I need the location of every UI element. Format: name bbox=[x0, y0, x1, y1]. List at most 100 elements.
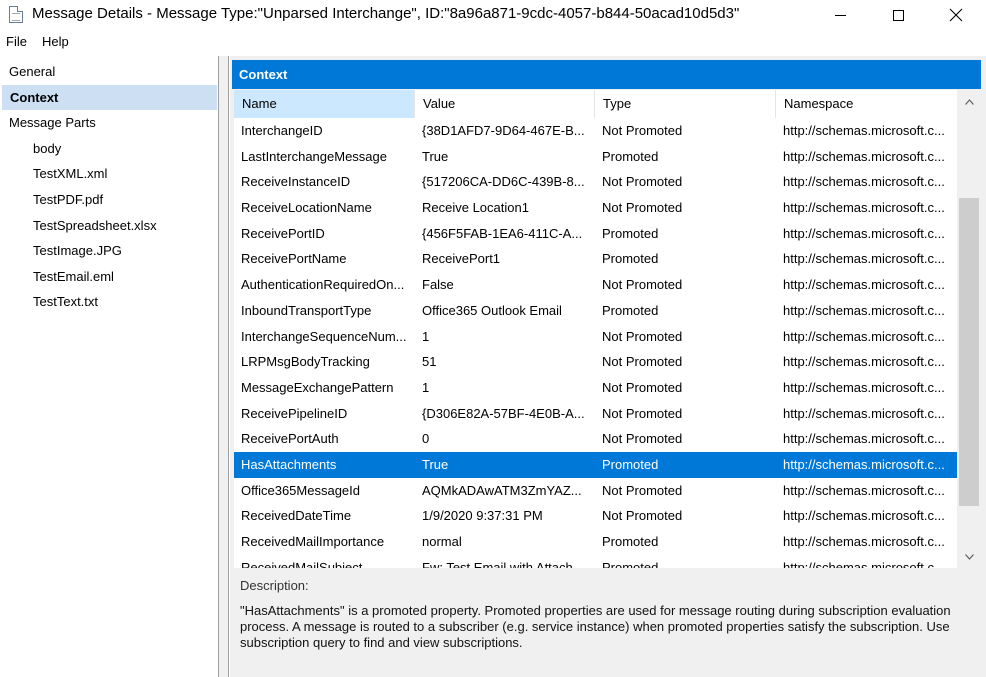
table-row[interactable]: LastInterchangeMessage True Promoted http:/… bbox=[234, 144, 957, 170]
cell-namespace: http://schemas.microsoft.c... bbox=[783, 123, 945, 138]
table-row[interactable]: ReceivePortID {456F5FAB-1EA6-411C-A... Pro… bbox=[234, 221, 957, 247]
title-bar: Message Details - Message Type:"Unparsed… bbox=[0, 0, 986, 30]
context-grid: Name Value Type Namespace InterchangeID {… bbox=[234, 90, 981, 568]
table-row[interactable]: AuthenticationRequiredOn... False Not Prom… bbox=[234, 272, 957, 298]
maximize-button[interactable] bbox=[875, 0, 921, 30]
table-row[interactable]: MessageExchangePattern 1 Not Promoted http:… bbox=[234, 375, 957, 401]
column-header-name[interactable]: Name bbox=[234, 90, 415, 118]
cell-namespace: http://schemas.microsoft.c... bbox=[783, 482, 945, 498]
cell-name: ReceivePortName bbox=[241, 251, 347, 267]
splitter[interactable] bbox=[218, 56, 229, 677]
table-row[interactable]: ReceivedMailSubject Fw: Test Email with A… bbox=[234, 555, 957, 568]
table-row[interactable]: ReceivePortAuth 0 Not Promoted http://schem… bbox=[234, 426, 957, 452]
menu-bar: File Help bbox=[0, 31, 986, 53]
table-row[interactable]: ReceivePipelineID {D306E82A-57BF-4E0B-A..… bbox=[234, 401, 957, 427]
table-row[interactable]: ReceivedMailImportance normal Promoted http… bbox=[234, 529, 957, 555]
cell-value: {D306E82A-57BF-4E0B-A... bbox=[422, 405, 585, 421]
column-header-value[interactable]: Value bbox=[415, 90, 595, 118]
description-label: Description: bbox=[240, 578, 309, 593]
cell-name: InterchangeSequenceNum... bbox=[241, 328, 407, 344]
column-header-type[interactable]: Type bbox=[595, 90, 776, 118]
sidebar-part-testemail[interactable]: TestEmail.eml bbox=[0, 264, 217, 289]
table-row[interactable]: ReceivePortName ReceivePort1 Promoted http:… bbox=[234, 246, 957, 272]
table-row[interactable]: HasAttachments True Promoted http://schemas… bbox=[234, 451, 957, 478]
context-pane: Context Name Value Type Namespace Interc… bbox=[230, 56, 986, 677]
cell-name: ReceivePortAuth bbox=[241, 431, 339, 447]
cell-namespace: http://schemas.microsoft.c... bbox=[783, 200, 945, 216]
menu-file[interactable]: File bbox=[0, 31, 35, 53]
table-row[interactable]: LRPMsgBodyTracking 51 Not Promoted http://s… bbox=[234, 349, 957, 375]
cell-type: Promoted bbox=[602, 534, 659, 549]
sidebar-part-testimage[interactable]: TestImage.JPG bbox=[0, 238, 217, 263]
sidebar-item-message-parts[interactable]: Message Parts bbox=[0, 110, 217, 135]
table-row[interactable]: Office365MessageId AQMkADAwATM3ZmYAZ... No… bbox=[234, 478, 957, 504]
cell-value: Office365 Outlook Email bbox=[422, 302, 562, 318]
cell-namespace: http://schemas.microsoft.c... bbox=[783, 456, 945, 472]
grid-header: Name Value Type Namespace bbox=[234, 90, 957, 118]
description-text: "HasAttachments" is a promoted property.… bbox=[240, 603, 951, 650]
scroll-down-button[interactable] bbox=[957, 547, 981, 567]
grid-rows: InterchangeID {38D1AFD7-9D64-467E-B... Not… bbox=[234, 118, 957, 568]
cell-name: Office365MessageId bbox=[241, 482, 360, 498]
cell-name: InboundTransportType bbox=[241, 302, 372, 318]
cell-type: Promoted bbox=[602, 302, 659, 318]
cell-namespace: http://schemas.microsoft.c... bbox=[783, 225, 945, 241]
cell-type: Not Promoted bbox=[602, 431, 683, 447]
close-button[interactable] bbox=[933, 0, 979, 30]
cell-namespace: http://schemas.microsoft.c... bbox=[783, 148, 945, 164]
cell-namespace: http://schemas.microsoft.c... bbox=[783, 354, 945, 370]
table-row[interactable]: InterchangeID {38D1AFD7-9D64-467E-B... Not… bbox=[234, 118, 957, 144]
sidebar: General Context Message Parts body TestX… bbox=[0, 56, 220, 677]
cell-value: 1/9/2020 9:37:31 PM bbox=[422, 508, 543, 524]
cell-name: HasAttachments bbox=[241, 456, 337, 472]
cell-value: 1 bbox=[422, 379, 430, 395]
chevron-up-icon bbox=[964, 99, 974, 105]
cell-namespace: http://schemas.microsoft.c... bbox=[783, 559, 945, 568]
sidebar-part-body[interactable]: body bbox=[0, 136, 217, 161]
cell-namespace: http://schemas.microsoft.c... bbox=[783, 405, 945, 421]
cell-name: ReceiveLocationName bbox=[241, 200, 372, 216]
cell-value: 1 bbox=[422, 328, 430, 344]
table-row[interactable]: ReceiveLocationName Receive Location1 Not … bbox=[234, 195, 957, 221]
table-row[interactable]: InterchangeSequenceNum... 1 Not Promoted ht… bbox=[234, 324, 957, 350]
cell-type: Not Promoted bbox=[602, 123, 683, 138]
scroll-thumb[interactable] bbox=[959, 198, 979, 506]
cell-type: Promoted bbox=[602, 456, 659, 472]
cell-name: ReceivedDateTime bbox=[241, 508, 352, 524]
pane-header: Context bbox=[232, 60, 981, 89]
cell-namespace: http://schemas.microsoft.c... bbox=[783, 277, 945, 293]
cell-value: Fw: Test Email with Attach... bbox=[422, 559, 584, 568]
table-row[interactable]: InboundTransportType Office365 Outlook Em… bbox=[234, 298, 957, 324]
column-header-namespace[interactable]: Namespace bbox=[776, 90, 957, 118]
minimize-icon bbox=[834, 14, 846, 16]
cell-name: ReceivedMailImportance bbox=[241, 534, 385, 549]
vertical-scrollbar[interactable] bbox=[957, 90, 981, 568]
cell-value: True bbox=[422, 148, 449, 164]
cell-name: LRPMsgBodyTracking bbox=[241, 354, 370, 370]
cell-namespace: http://schemas.microsoft.c... bbox=[783, 251, 945, 267]
cell-value: False bbox=[422, 277, 454, 293]
cell-name: ReceivePipelineID bbox=[241, 405, 348, 421]
cell-type: Not Promoted bbox=[602, 354, 683, 370]
sidebar-item-context[interactable]: Context bbox=[2, 85, 217, 110]
cell-name: AuthenticationRequiredOn... bbox=[241, 277, 405, 293]
scroll-up-button[interactable] bbox=[957, 92, 981, 112]
sidebar-item-general[interactable]: General bbox=[0, 59, 217, 84]
sidebar-part-testspreadsheet[interactable]: TestSpreadsheet.xlsx bbox=[0, 213, 217, 238]
cell-namespace: http://schemas.microsoft.c... bbox=[783, 431, 945, 447]
sidebar-part-testtext[interactable]: TestText.txt bbox=[0, 289, 217, 314]
cell-value: {517206CA-DD6C-439B-8... bbox=[422, 174, 585, 190]
chevron-down-icon bbox=[964, 554, 974, 560]
menu-help[interactable]: Help bbox=[35, 31, 77, 53]
table-row[interactable]: ReceivedDateTime 1/9/2020 9:37:31 PM Not P… bbox=[234, 503, 957, 529]
cell-type: Promoted bbox=[602, 559, 659, 568]
cell-value: ReceivePort1 bbox=[422, 251, 501, 267]
cell-name: ReceivedMailSubject bbox=[241, 559, 363, 568]
minimize-button[interactable] bbox=[817, 0, 863, 30]
sidebar-part-testxml[interactable]: TestXML.xml bbox=[0, 161, 217, 186]
cell-namespace: http://schemas.microsoft.c... bbox=[783, 379, 945, 395]
sidebar-part-testpdf[interactable]: TestPDF.pdf bbox=[0, 187, 217, 212]
maximize-icon bbox=[892, 9, 904, 21]
cell-namespace: http://schemas.microsoft.c... bbox=[783, 508, 945, 524]
table-row[interactable]: ReceiveInstanceID {517206CA-DD6C-439B-8..… bbox=[234, 169, 957, 195]
